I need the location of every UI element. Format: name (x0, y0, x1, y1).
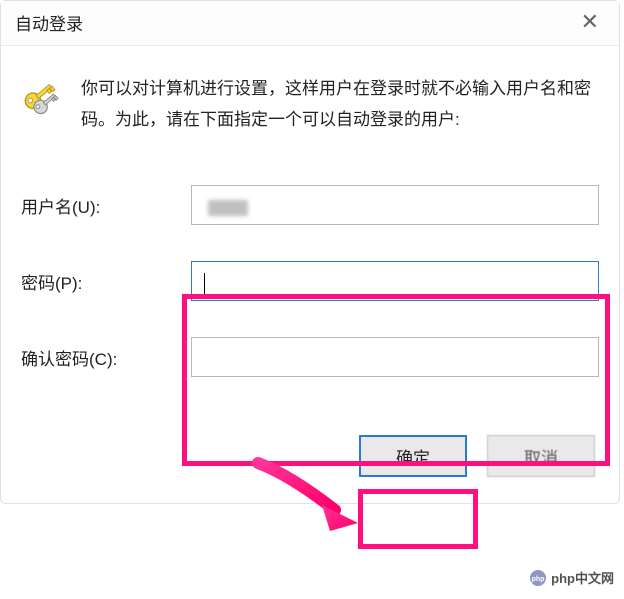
username-row: 用户名(U): (21, 185, 599, 225)
dialog-header: 你可以对计算机进行设置，这样用户在登录时就不必输入用户名和密码。为此，请在下面指… (1, 46, 619, 145)
text-caret (204, 273, 205, 297)
password-row: 密码(P): (21, 261, 599, 301)
confirm-password-row: 确认密码(C): (21, 337, 599, 377)
username-value-blurred (208, 200, 248, 216)
keys-icon (21, 76, 67, 122)
cancel-button[interactable]: 取消 (487, 435, 595, 477)
dialog-title: 自动登录 (15, 10, 83, 35)
confirm-password-input[interactable] (191, 337, 599, 377)
password-label: 密码(P): (21, 269, 191, 294)
form-area: 用户名(U): 密码(P): 确认密码(C): (1, 145, 619, 415)
watermark: php php中文网 (529, 568, 614, 587)
confirm-password-label: 确认密码(C): (21, 345, 191, 370)
username-label: 用户名(U): (21, 193, 191, 218)
php-logo-icon: php (529, 569, 547, 587)
titlebar: 自动登录 ✕ (1, 1, 619, 46)
username-input[interactable] (191, 185, 599, 225)
auto-login-dialog: 自动登录 ✕ 你可以对计算机进行设置，这样用户在登录时就不必输入用户名和密码。为… (0, 0, 620, 504)
close-icon[interactable]: ✕ (577, 9, 603, 35)
password-input[interactable] (191, 261, 599, 301)
watermark-text: php中文网 (551, 568, 614, 587)
button-row: 确定 取消 (1, 415, 619, 503)
ok-button[interactable]: 确定 (359, 435, 467, 477)
dialog-description: 你可以对计算机进行设置，这样用户在登录时就不必输入用户名和密码。为此，请在下面指… (81, 74, 595, 135)
svg-text:php: php (532, 576, 545, 583)
